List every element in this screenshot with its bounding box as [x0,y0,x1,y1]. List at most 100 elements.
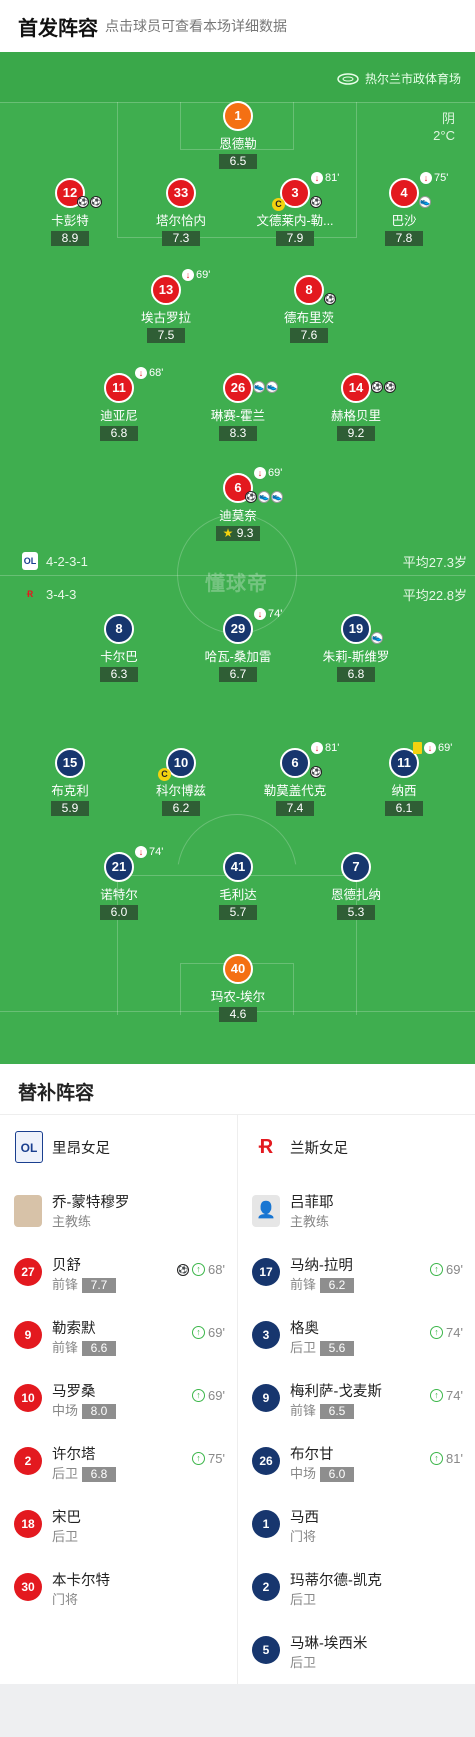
jersey-number: 8 [294,275,324,305]
jersey-number: 11 [104,373,134,403]
player-home-6[interactable]: 6 ↓ 69' ⚽ 👟 👟 迪莫奈 ★ 9.3 [183,467,293,542]
jersey-number: 27 [14,1258,42,1286]
player-away-10[interactable]: 10 C 科尔博兹 6.2 [126,748,236,817]
away-team-name: 兰斯女足 [290,1141,348,1157]
player-home-12[interactable]: 12 ⚽ ⚽ 卡彭特 8.9 [15,178,125,247]
home-sub-9[interactable]: 9 勒索默 前锋 6.6 ↑ 69' [0,1304,237,1367]
player-name: 文德莱内-勒... [256,214,334,228]
away-sub-5[interactable]: 5 马琳-埃西米 后卫 [238,1619,475,1682]
home-sub-18[interactable]: 18 宋巴 后卫 [0,1493,237,1556]
player-home-11[interactable]: 11 ↓ 68' 迪亚尼 6.8 [64,367,174,442]
sub-out-icon: ↓ [135,846,147,858]
player-position: 后卫 [52,1529,79,1544]
home-sub-27[interactable]: 27 贝舒 前锋 7.7 ⚽ ↑ 68' [0,1241,237,1304]
sub-out-icon: ↓ [311,172,323,184]
player-position: 前锋 [52,1277,79,1292]
player-rating: 6.8 [82,1467,117,1482]
player-rating: 8.0 [82,1404,117,1419]
weather: 阴 2°C [433,110,455,144]
player-position: 后卫 [290,1655,317,1670]
player-rating: 6.8 [337,667,375,682]
sub-in-icon: ↑ [430,1263,444,1276]
stadium-icon [337,72,359,85]
player-rating: 7.4 [276,801,314,816]
away-formation: 3-4-3 [46,586,77,602]
player-rating: 6.5 [219,154,257,169]
player-rating: 4.6 [219,1007,257,1022]
player-away-11[interactable]: 11 ↓ 69' 纳西 6.1 [349,742,459,817]
player-away-15[interactable]: 15 布克利 5.9 [15,748,125,817]
away-sub-2[interactable]: 2 玛蒂尔德-凯克 后卫 [238,1556,475,1619]
jersey-number: 13 [151,275,181,305]
player-name: 恩德勒 [219,137,257,151]
player-away-19[interactable]: 19 👟 朱莉-斯维罗 6.8 [301,614,411,683]
player-home-26[interactable]: 26 👟 👟 琳赛-霍兰 8.3 [183,373,293,442]
sub-out-icon: ↓ [311,742,323,754]
bench-title: 替补阵容 [18,1083,95,1104]
player-name: 科尔博兹 [155,784,206,798]
player-name: 埃古罗拉 [140,311,191,325]
player-home-3[interactable]: 3 ↓ 81' C ⚽ 文德莱内-勒... 7.9 [240,172,350,247]
home-formation: 4-2-3-1 [46,553,88,569]
player-away-7[interactable]: 7 恩德扎纳 5.3 [301,852,411,921]
assist-boot-icon: 👟 [271,491,283,503]
player-home-33[interactable]: 33 塔尔恰内 7.3 [126,178,236,247]
home-coach[interactable]: 乔-蒙特穆罗 主教练 [0,1178,237,1241]
away-sub-17[interactable]: 17 马纳-拉明 前锋 6.2 ↑ 69' [238,1241,475,1304]
jersey-number: 19 [341,614,371,644]
away-coach[interactable]: 👤 吕菲耶 主教练 [238,1178,475,1241]
goal-ball-icon: ⚽ [324,293,336,305]
player-home-14[interactable]: 14 ⚽ ⚽ 赫格贝里 9.2 [301,373,411,442]
sub-time: 81' [325,172,340,184]
star-icon: ★ [222,526,234,540]
player-rating: 7.3 [162,231,200,246]
home-sub-2[interactable]: 2 许尔塔 后卫 6.8 ↑ 75' [0,1430,237,1493]
player-away-8[interactable]: 8 卡尔巴 6.3 [64,614,174,683]
sub-time: 69' [196,269,211,281]
away-sub-26[interactable]: 26 布尔甘 中场 6.0 ↑ 81' [238,1430,475,1493]
player-rating: 6.7 [219,667,257,682]
player-rating: 6.0 [100,905,138,920]
home-sub-30[interactable]: 30 本卡尔特 门将 [0,1556,237,1619]
away-team-header: Ɍ 兰斯女足 [238,1115,475,1178]
weather-condition: 阴 [441,111,455,126]
player-position: 中场 [290,1466,317,1481]
jersey-number: 1 [252,1510,280,1538]
sub-in-icon: ↑ [192,1389,206,1402]
sub-time: 69' [208,1388,225,1403]
player-away-41[interactable]: 41 毛利达 5.7 [183,852,293,921]
jersey-number: 29 [223,614,253,644]
sub-time: 74' [446,1388,463,1403]
player-home-1[interactable]: 1 恩德勒 6.5 [183,101,293,170]
player-home-13[interactable]: 13 ↓ 69' 埃古罗拉 7.5 [111,269,221,344]
away-team-row: Ɍ 3-4-3 [22,585,77,603]
player-name: 马西 [290,1510,319,1526]
captain-icon: C [158,768,171,781]
sub-time: 69' [446,1262,463,1277]
player-home-4[interactable]: 4 ↓ 75' 👟 巴沙 7.8 [349,172,459,247]
sub-time: 81' [446,1451,463,1466]
player-rating: 6.0 [320,1467,355,1482]
player-away-6[interactable]: 6 ↓ 81' ⚽ 勒莫盖代克 7.4 [240,742,350,817]
player-home-8[interactable]: 8 ⚽ 德布里茨 7.6 [254,275,364,344]
sub-out-icon: ↓ [420,172,432,184]
player-name: 马罗桑 [52,1384,96,1400]
player-name: 朱莉-斯维罗 [322,650,390,664]
player-position: 门将 [52,1592,79,1607]
player-away-29[interactable]: 29 ↓ 74' 哈瓦-桑加雷 6.7 [183,608,293,683]
away-sub-9[interactable]: 9 梅利萨-戈麦斯 前锋 6.5 ↑ 74' [238,1367,475,1430]
away-sub-1[interactable]: 1 马西 门将 [238,1493,475,1556]
player-position: 中场 [52,1403,79,1418]
sub-in-icon: ↑ [430,1389,444,1402]
jersey-number: 21 [104,852,134,882]
home-sub-10[interactable]: 10 马罗桑 中场 8.0 ↑ 69' [0,1367,237,1430]
player-away-40[interactable]: 40 玛农-埃尔 4.6 [183,954,293,1023]
player-away-21[interactable]: 21 ↓ 74' 诺特尔 6.0 [64,846,174,921]
player-name: 本卡尔特 [52,1573,110,1589]
player-rating: 6.2 [320,1278,355,1293]
lyon-logo-icon: OL [15,1131,43,1163]
home-team-name: 里昂女足 [52,1141,110,1157]
sub-in-icon: ↑ [430,1452,444,1465]
away-sub-3[interactable]: 3 格奥 后卫 5.6 ↑ 74' [238,1304,475,1367]
player-rating: 6.8 [100,426,138,441]
